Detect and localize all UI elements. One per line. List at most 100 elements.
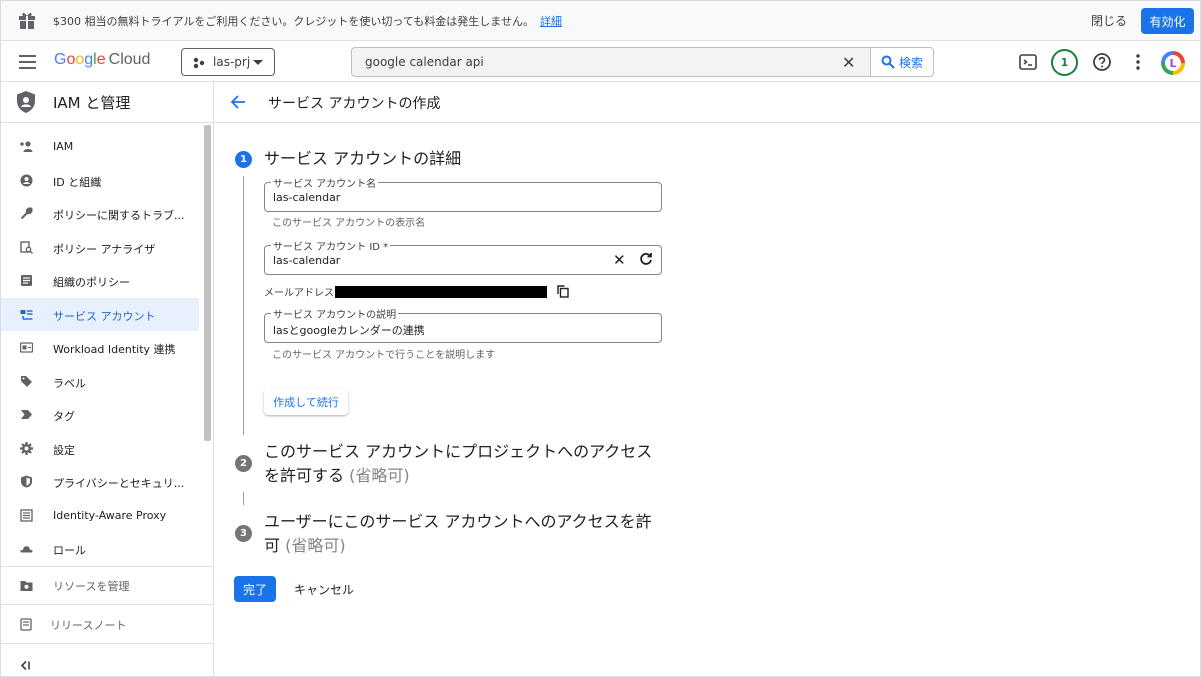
account-circle-icon — [20, 174, 33, 186]
sidebar: IAM と管理 IAM ID と組織 ポリシーに関するトラブ... ポリシー アナライ… — [1, 82, 214, 677]
manage-resources-link[interactable]: リソースを管理 — [1, 566, 213, 604]
trial-banner: $300 相当の無料トライアルをご利用ください。クレジットを使い切っても料金は発… — [1, 1, 1200, 41]
app-root: $300 相当の無料トライアルをご利用ください。クレジットを使い切っても料金は発… — [0, 0, 1201, 677]
service-account-id-field[interactable]: サービス アカウント ID * las-calendar ✕ — [264, 238, 662, 275]
page-header: サービス アカウントの作成 — [215, 82, 1201, 123]
sidebar-item[interactable]: ラベル — [1, 365, 199, 398]
name-field-value: las-calendar — [273, 191, 341, 204]
sidebar-item[interactable]: ID と組織 — [1, 164, 199, 197]
id-card-icon — [20, 342, 33, 353]
chevron-down-icon — [253, 60, 263, 65]
details-link[interactable]: 詳細 — [540, 15, 562, 28]
name-field-label: サービス アカウント名 — [271, 175, 379, 190]
top-bar: Google Cloud las-prj google calendar api … — [1, 42, 1200, 82]
sidebar-item-label: ポリシー アナライザ — [53, 242, 156, 256]
search-value: google calendar api — [365, 55, 484, 69]
sidebar-item-label: プライバシーとセキュリ... — [53, 477, 185, 490]
avatar[interactable]: L — [1161, 51, 1185, 75]
sidebar-item-label: タグ — [53, 410, 75, 423]
description-field-label: サービス アカウントの説明 — [271, 306, 399, 321]
copy-icon[interactable] — [557, 285, 569, 298]
manage-resources-label: リソースを管理 — [53, 580, 130, 593]
done-button[interactable]: 完了 — [234, 576, 276, 602]
collapse-sidebar-icon[interactable] — [19, 659, 32, 672]
sidebar-item[interactable]: 組織のポリシー — [1, 264, 199, 297]
step-3-title[interactable]: ユーザーにこのサービス アカウントへのアクセスを許可 (省略可) — [264, 510, 659, 558]
step-2-title[interactable]: このサービス アカウントにプロジェクトへのアクセスを許可する (省略可) — [264, 440, 659, 488]
dismiss-button[interactable]: 閉じる — [1091, 12, 1127, 29]
project-icon — [193, 57, 205, 69]
sidebar-item[interactable]: IAM — [1, 130, 199, 163]
section-title: IAM と管理 — [53, 94, 131, 112]
id-field-label: サービス アカウント ID * — [271, 238, 391, 253]
step-connector — [243, 492, 244, 505]
sidebar-item[interactable]: Identity-Aware Proxy — [1, 499, 199, 532]
gear-icon — [20, 441, 33, 455]
sidebar-item[interactable]: ロール — [1, 532, 199, 565]
sidebar-item[interactable]: ポリシー アナライザ — [1, 231, 199, 264]
sidebar-item-label: 組織のポリシー — [53, 276, 130, 289]
notification-badge[interactable]: 1 — [1051, 49, 1078, 76]
sidebar-scrollbar[interactable] — [204, 125, 211, 441]
google-cloud-logo[interactable]: Google Cloud — [54, 51, 150, 69]
sidebar-header: IAM と管理 — [1, 82, 213, 123]
sidebar-item-label: サービス アカウント — [53, 309, 156, 323]
page-title: サービス アカウントの作成 — [268, 96, 441, 112]
cloud-shell-icon[interactable] — [1018, 52, 1038, 72]
policy-analyzer-icon — [20, 240, 33, 254]
description-field-value: lasとgoogleカレンダーの連携 — [273, 324, 425, 337]
sidebar-item-label: Identity-Aware Proxy — [53, 508, 167, 522]
document-icon — [21, 275, 32, 286]
name-hint: このサービス アカウントの表示名 — [272, 218, 426, 229]
enable-button[interactable]: 有効化 — [1141, 8, 1194, 34]
search-icon — [881, 55, 895, 69]
release-notes-icon — [20, 618, 32, 631]
wrench-icon — [20, 207, 33, 220]
label-icon — [21, 375, 32, 387]
sidebar-item-label: ロール — [53, 544, 86, 557]
email-redacted — [335, 286, 547, 298]
create-and-continue-button[interactable]: 作成して続行 — [264, 389, 348, 415]
avatar-letter: L — [1165, 55, 1181, 71]
sidebar-item-label: 設定 — [53, 443, 75, 457]
id-field-value: las-calendar — [273, 254, 341, 267]
proxy-icon — [20, 508, 33, 522]
cancel-button[interactable]: キャンセル — [294, 581, 354, 598]
gift-icon — [19, 12, 35, 29]
search-input[interactable]: google calendar api ✕ — [351, 47, 871, 77]
shield-icon — [17, 91, 35, 113]
sidebar-item[interactable]: プライバシーとセキュリ... — [1, 465, 199, 498]
banner-text: $300 相当の無料トライアルをご利用ください。クレジットを使い切っても料金は発… — [53, 15, 534, 28]
project-selector[interactable]: las-prj — [181, 48, 275, 76]
service-account-description-field[interactable]: サービス アカウントの説明 lasとgoogleカレンダーの連携 — [264, 306, 662, 343]
hat-icon — [20, 546, 33, 553]
sidebar-item[interactable]: サービス アカウント — [1, 297, 199, 331]
more-vert-icon[interactable] — [1128, 52, 1148, 72]
sidebar-item-label: IAM — [53, 140, 74, 153]
sidebar-item-label: Workload Identity 連携 — [53, 343, 176, 356]
back-arrow-icon[interactable] — [230, 94, 246, 110]
sidebar-item[interactable]: ポリシーに関するトラブ... — [1, 197, 199, 230]
sidebar-item[interactable]: 設定 — [1, 432, 199, 465]
refresh-icon[interactable] — [639, 252, 653, 266]
folder-gear-icon — [20, 581, 33, 591]
clear-search-icon[interactable]: ✕ — [842, 55, 855, 71]
search-button[interactable]: 検索 — [870, 47, 934, 77]
sidebar-item[interactable]: Workload Identity 連携 — [1, 331, 199, 364]
clear-id-icon[interactable]: ✕ — [613, 252, 626, 268]
menu-icon[interactable] — [19, 55, 36, 69]
release-notes-label: リリースノート — [50, 619, 127, 632]
step-connector — [243, 176, 244, 435]
step-1-title: サービス アカウントの詳細 — [264, 149, 462, 168]
service-account-icon — [20, 309, 33, 320]
help-icon[interactable] — [1092, 52, 1112, 72]
tag-icon — [21, 410, 32, 419]
sidebar-item[interactable]: タグ — [1, 398, 199, 431]
person-add-icon — [20, 141, 33, 152]
description-hint: このサービス アカウントで行うことを説明します — [272, 350, 496, 361]
search-button-label: 検索 — [898, 55, 923, 70]
shield-icon — [21, 475, 32, 488]
divider — [1, 643, 213, 644]
release-notes-link[interactable]: リリースノート — [1, 605, 213, 643]
service-account-name-field[interactable]: サービス アカウント名 las-calendar — [264, 175, 662, 212]
